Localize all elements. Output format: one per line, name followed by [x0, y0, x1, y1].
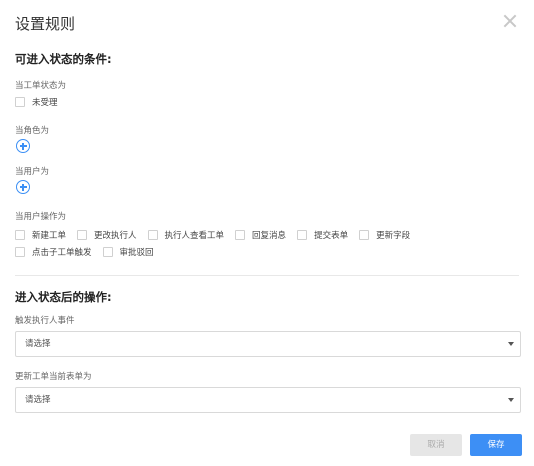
checkbox-box[interactable] [15, 230, 25, 240]
close-icon[interactable] [503, 14, 517, 28]
checkbox-approval-reject[interactable]: 审批驳回 [102, 246, 154, 258]
caret-down-icon [508, 398, 514, 402]
user-operation-label: 当用户操作为 [15, 212, 67, 222]
settings-rule-dialog: 设置规则 可进入状态的条件: 当工单状态为 未受理 当角色为 当用户为 当用户操… [0, 0, 534, 466]
trigger-event-select[interactable]: 请选择 [15, 331, 521, 357]
after-enter-title: 进入状态后的操作: [15, 290, 112, 304]
checkbox-box[interactable] [102, 247, 113, 257]
section-divider [15, 275, 519, 276]
checkbox-submit-form[interactable]: 提交表单 [297, 229, 348, 241]
checkbox-label: 点击子工单触发 [32, 248, 92, 258]
checkbox-box[interactable] [147, 230, 158, 240]
checkbox-executor-view[interactable]: 执行人查看工单 [147, 229, 225, 241]
trigger-event-label: 触发执行人事件 [15, 316, 75, 326]
save-button[interactable]: 保存 [470, 434, 522, 456]
ticket-status-label: 当工单状态为 [15, 81, 67, 91]
user-label: 当用户为 [15, 167, 50, 177]
checkbox-label: 更改执行人 [94, 231, 137, 241]
checkbox-label: 未受理 [32, 98, 58, 108]
checkbox-box[interactable] [359, 230, 370, 240]
add-role-icon[interactable] [16, 139, 30, 153]
cancel-button[interactable]: 取消 [410, 434, 462, 456]
checkbox-update-field[interactable]: 更新字段 [359, 229, 410, 241]
caret-down-icon [508, 342, 514, 346]
update-form-select[interactable]: 请选择 [15, 387, 521, 413]
checkbox-box[interactable] [15, 247, 25, 257]
checkbox-label: 审批驳回 [119, 248, 154, 258]
add-user-icon[interactable] [16, 180, 30, 194]
checkbox-change-executor[interactable]: 更改执行人 [77, 229, 137, 241]
enter-conditions-title: 可进入状态的条件: [15, 52, 112, 66]
checkbox-label: 更新字段 [376, 231, 411, 241]
checkbox-label: 回复消息 [252, 231, 287, 241]
checkbox-unaccepted[interactable]: 未受理 [15, 96, 58, 108]
checkbox-create-ticket[interactable]: 新建工单 [15, 229, 66, 241]
user-operation-row-2: 点击子工单触发 审批驳回 [15, 246, 165, 258]
checkbox-box[interactable] [235, 230, 246, 240]
checkbox-box[interactable] [297, 230, 308, 240]
select-value: 请选择 [25, 339, 51, 349]
checkbox-box[interactable] [15, 97, 25, 107]
select-value: 请选择 [25, 395, 51, 405]
ticket-status-options: 未受理 [15, 96, 69, 108]
checkbox-label: 执行人查看工单 [164, 231, 225, 241]
checkbox-box[interactable] [77, 230, 88, 240]
checkbox-subticket-trigger[interactable]: 点击子工单触发 [15, 246, 92, 258]
checkbox-label: 提交表单 [314, 231, 349, 241]
update-form-label: 更新工单当前表单为 [15, 372, 92, 382]
dialog-title: 设置规则 [15, 15, 76, 33]
checkbox-label: 新建工单 [32, 231, 67, 241]
checkbox-reply-message[interactable]: 回复消息 [235, 229, 286, 241]
role-label: 当角色为 [15, 126, 50, 136]
user-operation-row-1: 新建工单 更改执行人 执行人查看工单 回复消息 提交表单 更新字段 [15, 229, 421, 241]
